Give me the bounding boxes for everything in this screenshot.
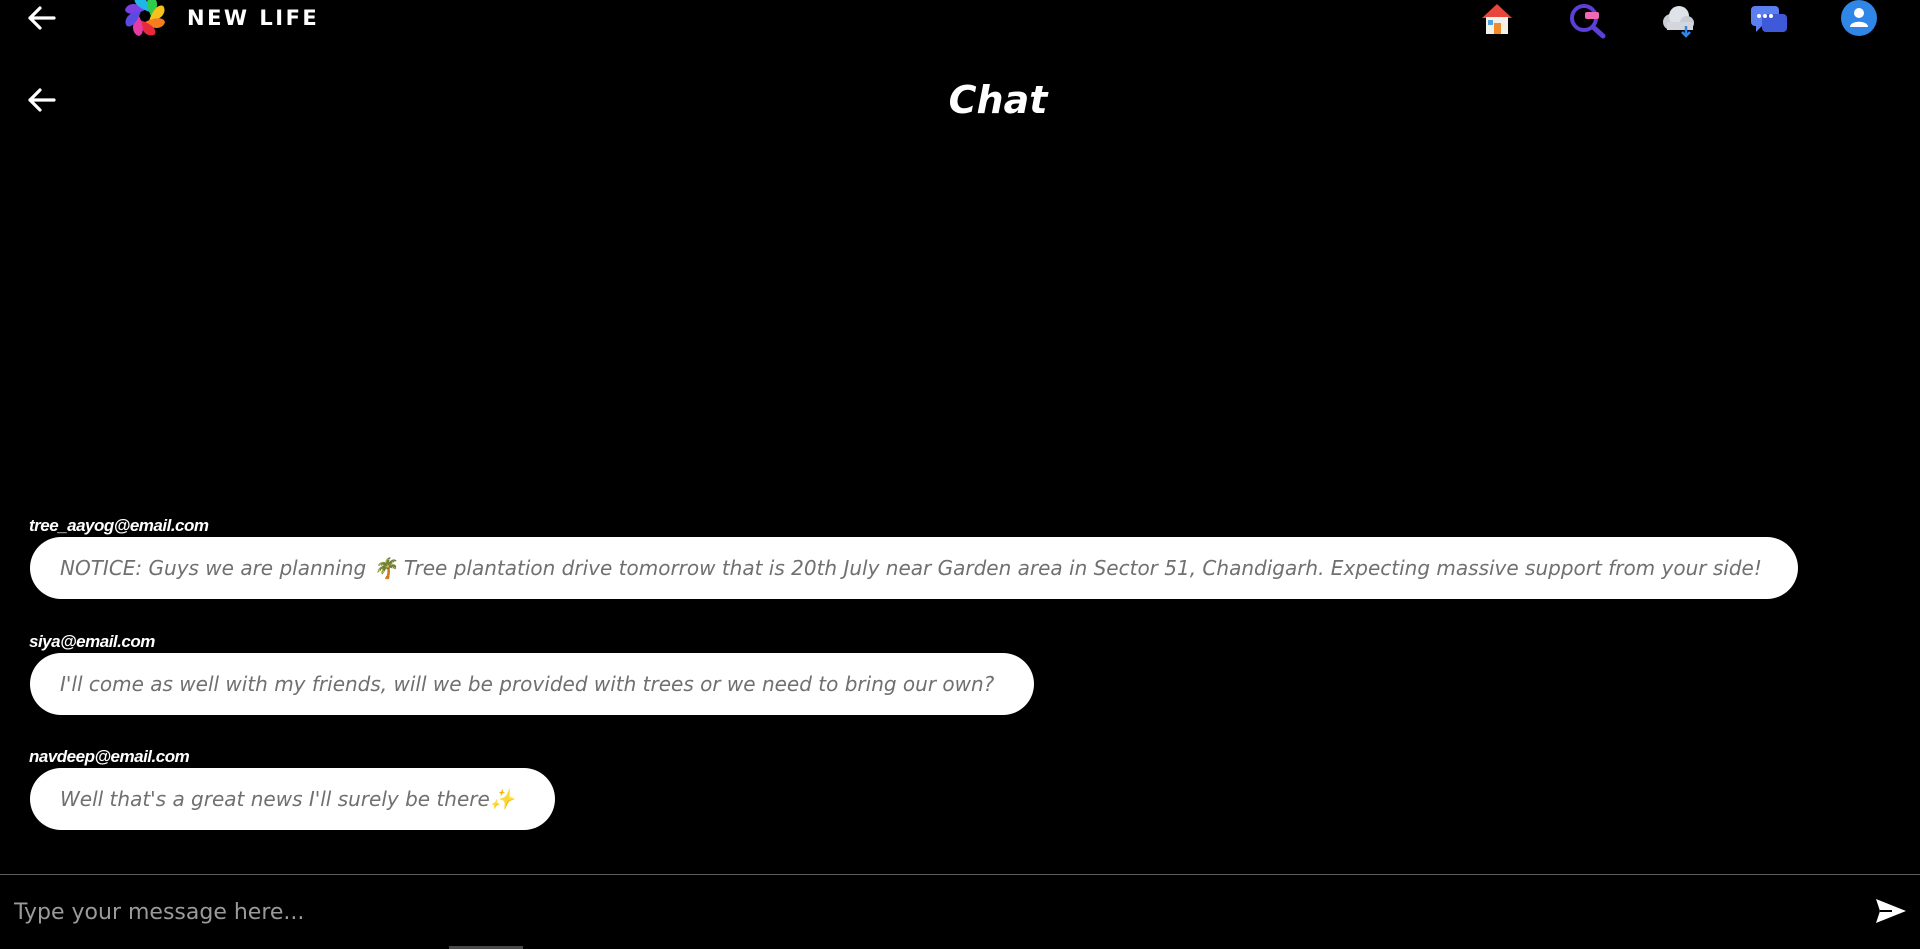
cloud-icon[interactable] (1657, 0, 1699, 40)
send-icon[interactable] (1874, 895, 1908, 927)
message-bubble: I'll come as well with my friends, will … (30, 653, 1034, 715)
message-sender: tree_aayog@email.com (29, 516, 209, 535)
home-icon[interactable] (1476, 0, 1518, 40)
new-life-logo-icon[interactable] (112, 0, 178, 50)
message-bubble: NOTICE: Guys we are planning 🌴 Tree plan… (30, 537, 1798, 599)
profile-icon[interactable] (1839, 0, 1881, 40)
top-navbar: NEW LIFE (0, 0, 1920, 40)
message-input[interactable] (0, 875, 1840, 949)
page-title: Chat (948, 78, 1048, 122)
message-sender: siya@email.com (29, 632, 155, 651)
search-icon[interactable] (1566, 0, 1608, 40)
message-sender: navdeep@email.com (29, 747, 190, 766)
chat-icon[interactable] (1748, 0, 1790, 40)
back-arrow-icon[interactable] (26, 4, 58, 32)
message-composer (0, 874, 1920, 949)
brand-name: NEW LIFE (187, 6, 320, 30)
message-bubble: Well that's a great news I'll surely be … (30, 768, 555, 830)
